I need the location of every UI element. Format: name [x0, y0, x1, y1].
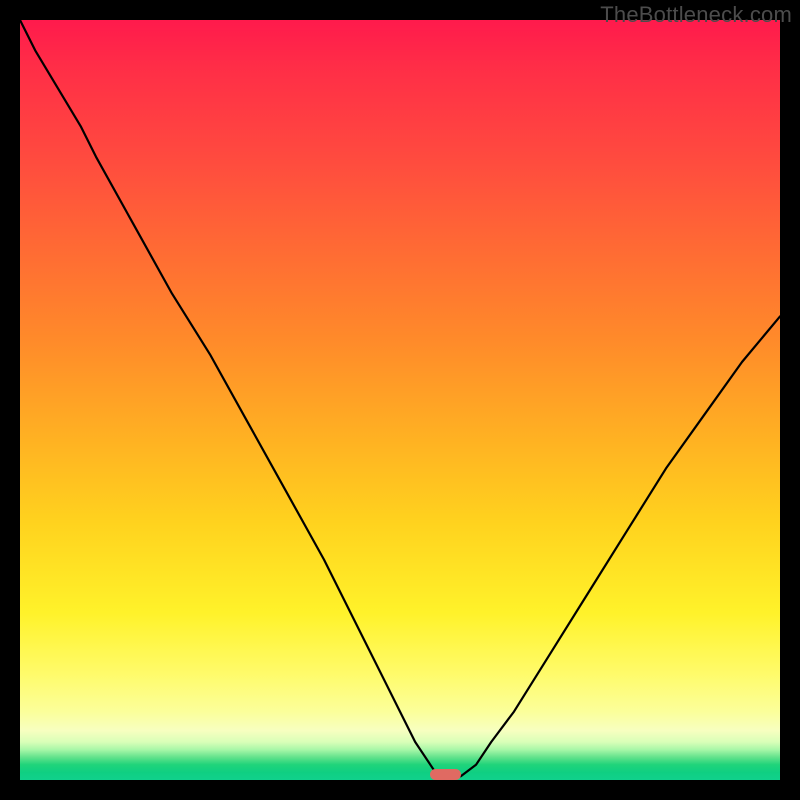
bottleneck-curve: [20, 20, 780, 780]
curve-line: [20, 20, 780, 780]
watermark-text: TheBottleneck.com: [600, 2, 792, 28]
plot-area: [20, 20, 780, 780]
chart-frame: TheBottleneck.com: [0, 0, 800, 800]
optimal-marker: [430, 769, 460, 780]
